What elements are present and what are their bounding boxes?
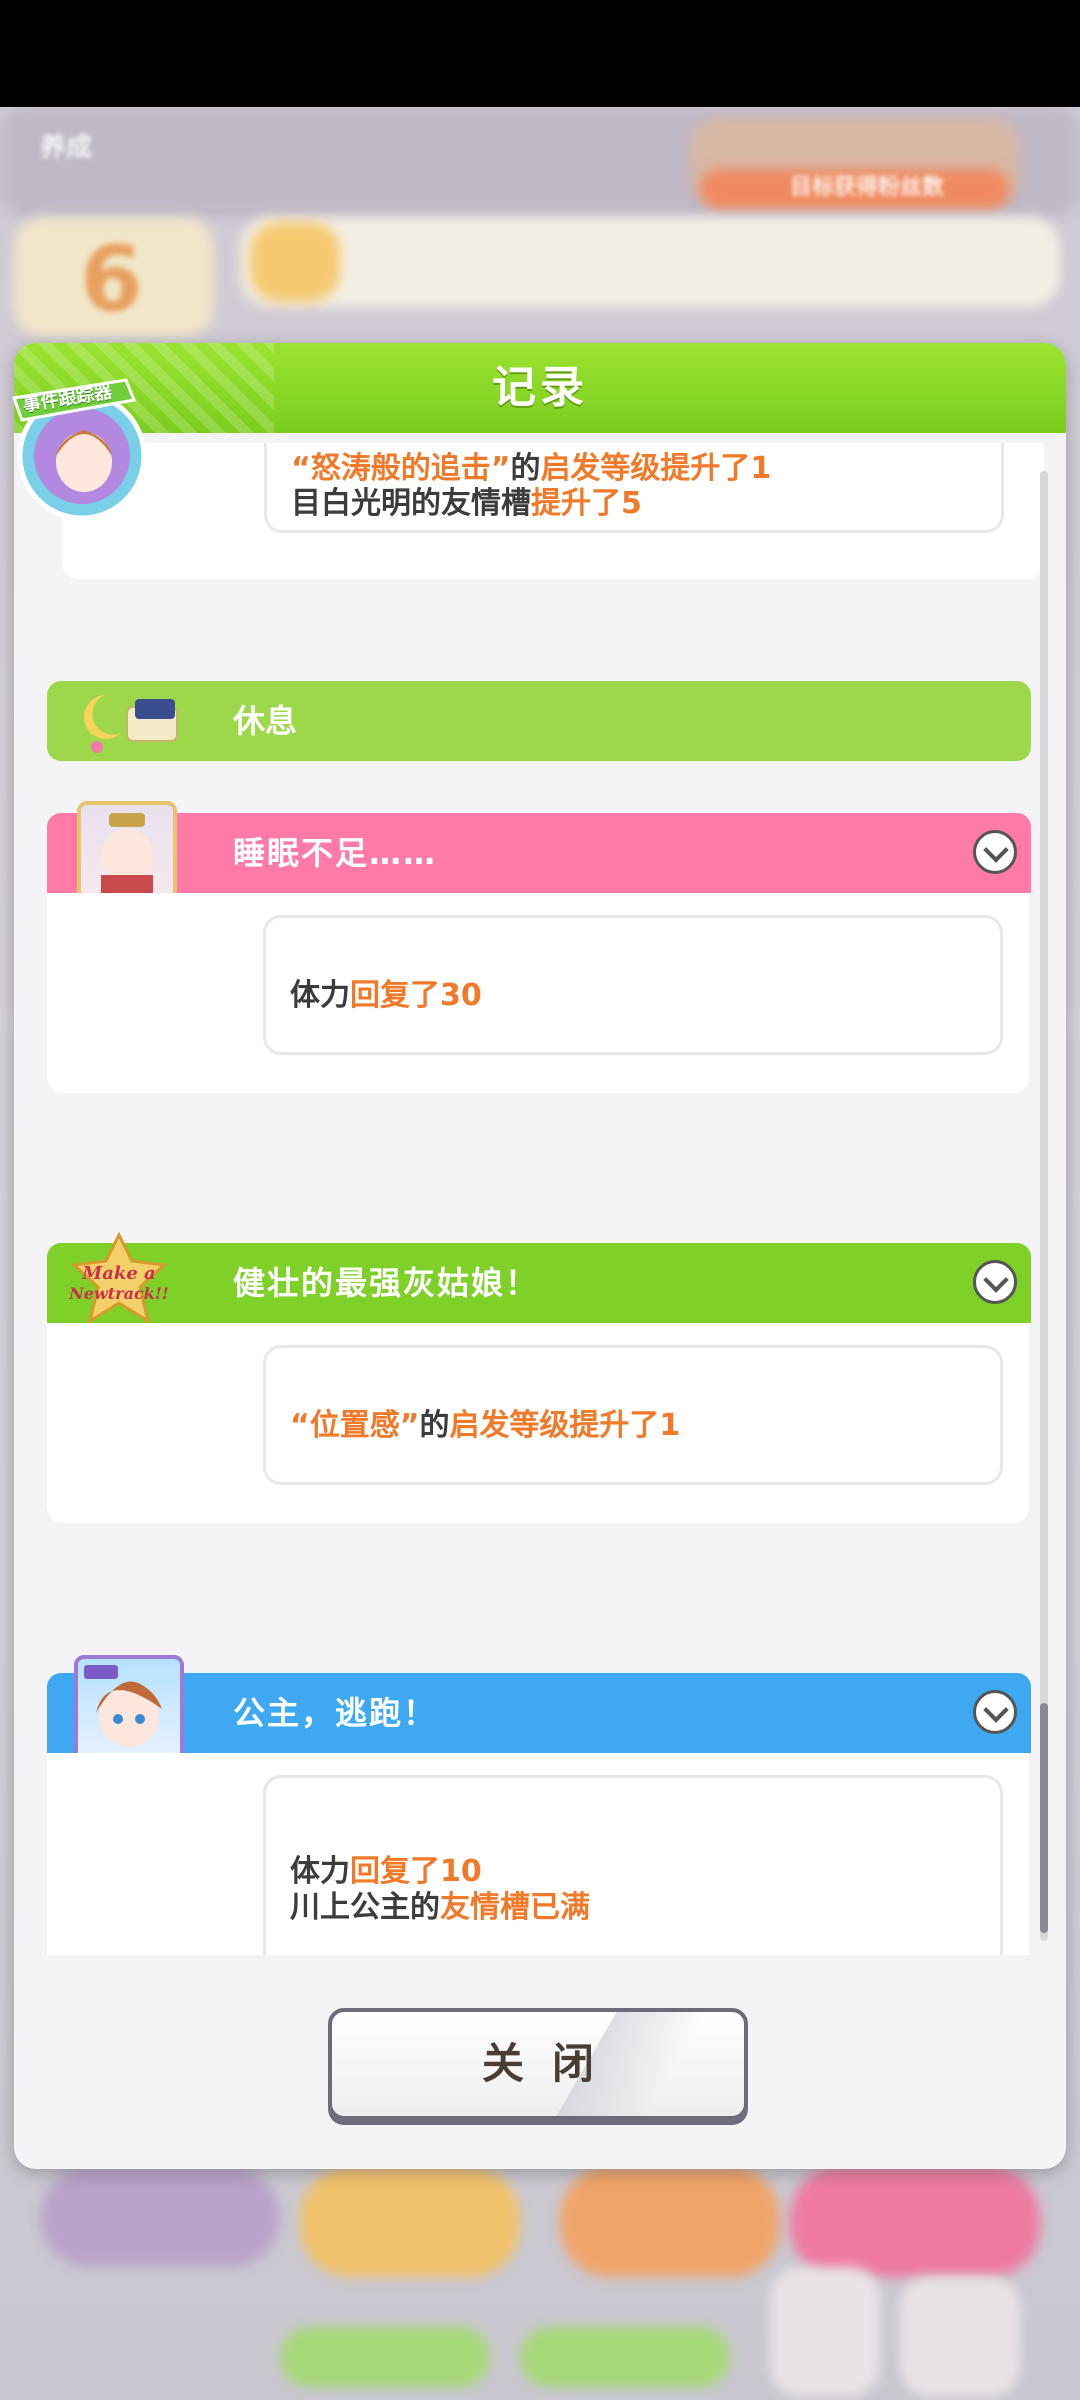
event-bar-sleep[interactable]: 睡眠不足…… bbox=[47, 813, 1031, 893]
svg-text:Newtrack!!: Newtrack!! bbox=[68, 1284, 169, 1303]
record-list[interactable]: “怒涛般的追击”的启发等级提升了1 目白光明的友情槽提升了5 休息 睡眠不足……… bbox=[14, 443, 1066, 1955]
dialog-title: 记录 bbox=[492, 362, 588, 413]
background-day-number: 6 bbox=[80, 227, 143, 332]
chevron-down-icon[interactable] bbox=[973, 1690, 1017, 1734]
moon-pillow-icon bbox=[75, 687, 185, 757]
event-bar-princess[interactable]: 公主，逃跑！ bbox=[47, 1673, 1031, 1753]
make-a-new-track-logo: Make a Newtrack!! bbox=[54, 1231, 184, 1331]
event-card: 体力回复了10 川上公主的友情槽已满 bbox=[47, 1753, 1029, 1955]
dialog-header: 记录 bbox=[14, 343, 1066, 433]
close-button[interactable]: 关闭 bbox=[328, 2008, 748, 2120]
record-card: “怒涛般的追击”的启发等级提升了1 目白光明的友情槽提升了5 bbox=[62, 443, 1044, 579]
record-line: 川上公主的友情槽已满 bbox=[290, 1890, 590, 1925]
record-line: 目白光明的友情槽提升了5 bbox=[291, 486, 642, 521]
character-portrait bbox=[74, 1655, 184, 1765]
event-tracker-badge[interactable]: 事件跟踪器 bbox=[0, 368, 160, 528]
record-line: “位置感”的启发等级提升了1 bbox=[290, 1408, 681, 1443]
scrollbar-thumb[interactable] bbox=[1040, 1703, 1048, 1933]
background-banner: 目标获得粉丝数 bbox=[790, 175, 945, 200]
record-line: 体力回复了30 bbox=[290, 978, 482, 1013]
svg-text:Make a: Make a bbox=[81, 1263, 155, 1284]
rest-section-bar: 休息 bbox=[47, 681, 1031, 761]
event-card: 体力回复了30 bbox=[47, 893, 1029, 1093]
event-bar-cinderella[interactable]: 健壮的最强灰姑娘！ bbox=[47, 1243, 1031, 1323]
chevron-down-icon[interactable] bbox=[973, 1260, 1017, 1304]
event-card: “位置感”的启发等级提升了1 bbox=[47, 1323, 1029, 1523]
character-portrait bbox=[77, 801, 177, 901]
status-bar bbox=[0, 0, 1080, 107]
background-label: 养成 bbox=[40, 133, 93, 163]
event-title: 公主，逃跑！ bbox=[233, 1694, 438, 1732]
rest-section-label: 休息 bbox=[233, 702, 298, 740]
record-dialog: 记录 “怒涛般的追击”的启发等级提升了1 目白光明的友情槽提升了5 休息 睡眠不… bbox=[14, 343, 1066, 2169]
chevron-down-icon[interactable] bbox=[973, 830, 1017, 874]
event-title: 睡眠不足…… bbox=[233, 834, 438, 872]
event-title: 健壮的最强灰姑娘！ bbox=[233, 1264, 540, 1302]
